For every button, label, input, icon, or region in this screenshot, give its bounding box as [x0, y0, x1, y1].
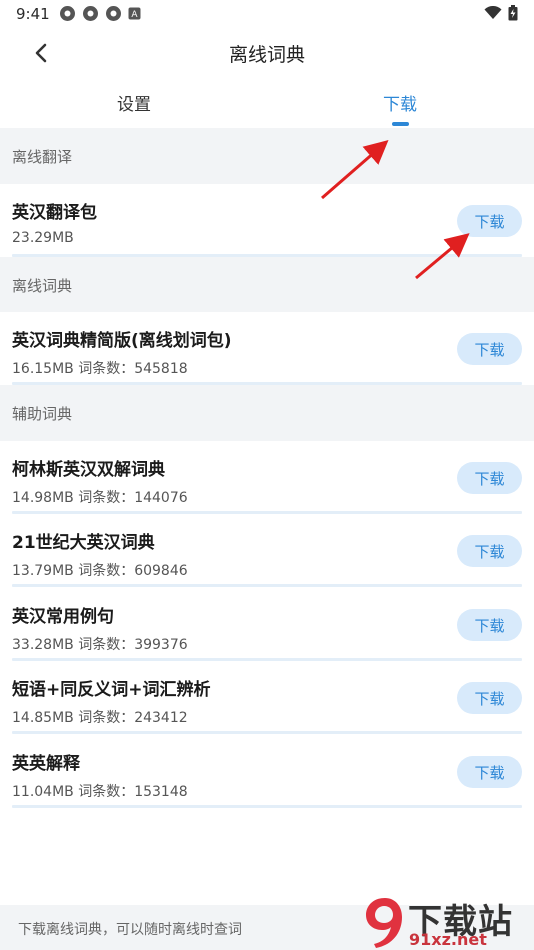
- app-notification-icon: [60, 6, 75, 21]
- status-time: 9:41: [16, 5, 50, 23]
- list-item: 英汉词典精简版(离线划词包) 16.15MB 词条数：545818 下载: [0, 312, 534, 385]
- progress-track: [12, 805, 522, 808]
- item-title: 柯林斯英汉双解词典: [12, 460, 165, 480]
- download-button[interactable]: 下载: [457, 535, 522, 567]
- section-header: 离线翻译: [0, 128, 534, 184]
- item-meta: 14.98MB 词条数：144076: [12, 490, 188, 506]
- tab-settings[interactable]: 设置: [74, 90, 194, 115]
- download-button[interactable]: 下载: [457, 462, 522, 494]
- system-icons: [484, 5, 518, 21]
- list-item: 英汉翻译包 23.29MB 下载: [0, 184, 534, 257]
- notification-icons: A: [59, 5, 141, 22]
- list-item: 英汉常用例句 33.28MB 词条数：399376 下载: [0, 588, 534, 661]
- item-meta: 14.85MB 词条数：243412: [12, 710, 188, 726]
- section-header-label: 离线词典: [12, 277, 73, 295]
- download-button[interactable]: 下载: [457, 682, 522, 714]
- progress-track: [12, 584, 522, 587]
- item-meta: 16.15MB 词条数：545818: [12, 361, 188, 377]
- app-bar: 离线词典: [0, 28, 534, 78]
- tab-indicator: [392, 122, 409, 126]
- watermark: 下载站 91xz.net: [362, 892, 530, 950]
- battery-icon: [508, 5, 518, 21]
- section-header: 辅助词典: [0, 385, 534, 441]
- download-button[interactable]: 下载: [457, 333, 522, 365]
- wifi-icon: [484, 6, 502, 19]
- section-header: 离线词典: [0, 257, 534, 313]
- tab-bar: 设置 下载: [0, 82, 534, 128]
- item-meta: 11.04MB 词条数：153148: [12, 784, 188, 800]
- watermark-logo-icon: [366, 898, 402, 948]
- download-button[interactable]: 下载: [457, 609, 522, 641]
- list-item: 短语+同反义词+词汇辨析 14.85MB 词条数：243412 下载: [0, 661, 534, 734]
- download-button[interactable]: 下载: [457, 756, 522, 788]
- section-header-label: 离线翻译: [12, 148, 73, 166]
- list-item: 英英解释 11.04MB 词条数：153148 下载: [0, 735, 534, 808]
- item-title: 英汉词典精简版(离线划词包): [12, 331, 232, 351]
- item-meta: 33.28MB 词条数：399376: [12, 637, 188, 653]
- section-header-label: 辅助词典: [12, 405, 73, 423]
- app-notification-icon: [106, 6, 121, 21]
- status-bar: 9:41 A: [0, 0, 534, 28]
- progress-track: [12, 731, 522, 734]
- svg-text:A: A: [131, 10, 138, 20]
- item-title: 21世纪大英汉词典: [12, 533, 155, 553]
- app-notification-icon: [83, 6, 98, 21]
- list-item: 21世纪大英汉词典 13.79MB 词条数：609846 下载: [0, 514, 534, 587]
- item-title: 短语+同反义词+词汇辨析: [12, 680, 211, 700]
- page-title: 离线词典: [228, 44, 305, 66]
- list-item: 柯林斯英汉双解词典 14.98MB 词条数：144076 下载: [0, 441, 534, 514]
- item-title: 英汉常用例句: [12, 607, 114, 627]
- download-button[interactable]: 下载: [457, 205, 522, 237]
- watermark-url: 91xz.net: [409, 930, 487, 949]
- tab-download[interactable]: 下载: [340, 90, 460, 115]
- item-meta: 13.79MB 词条数：609846: [12, 563, 188, 579]
- item-title: 英英解释: [12, 754, 80, 774]
- item-meta: 23.29MB: [12, 230, 74, 246]
- a-notification-icon: A: [128, 7, 141, 20]
- footer-hint-text: 下载离线词典，可以随时离线时查词: [18, 922, 242, 938]
- item-title: 英汉翻译包: [12, 203, 97, 223]
